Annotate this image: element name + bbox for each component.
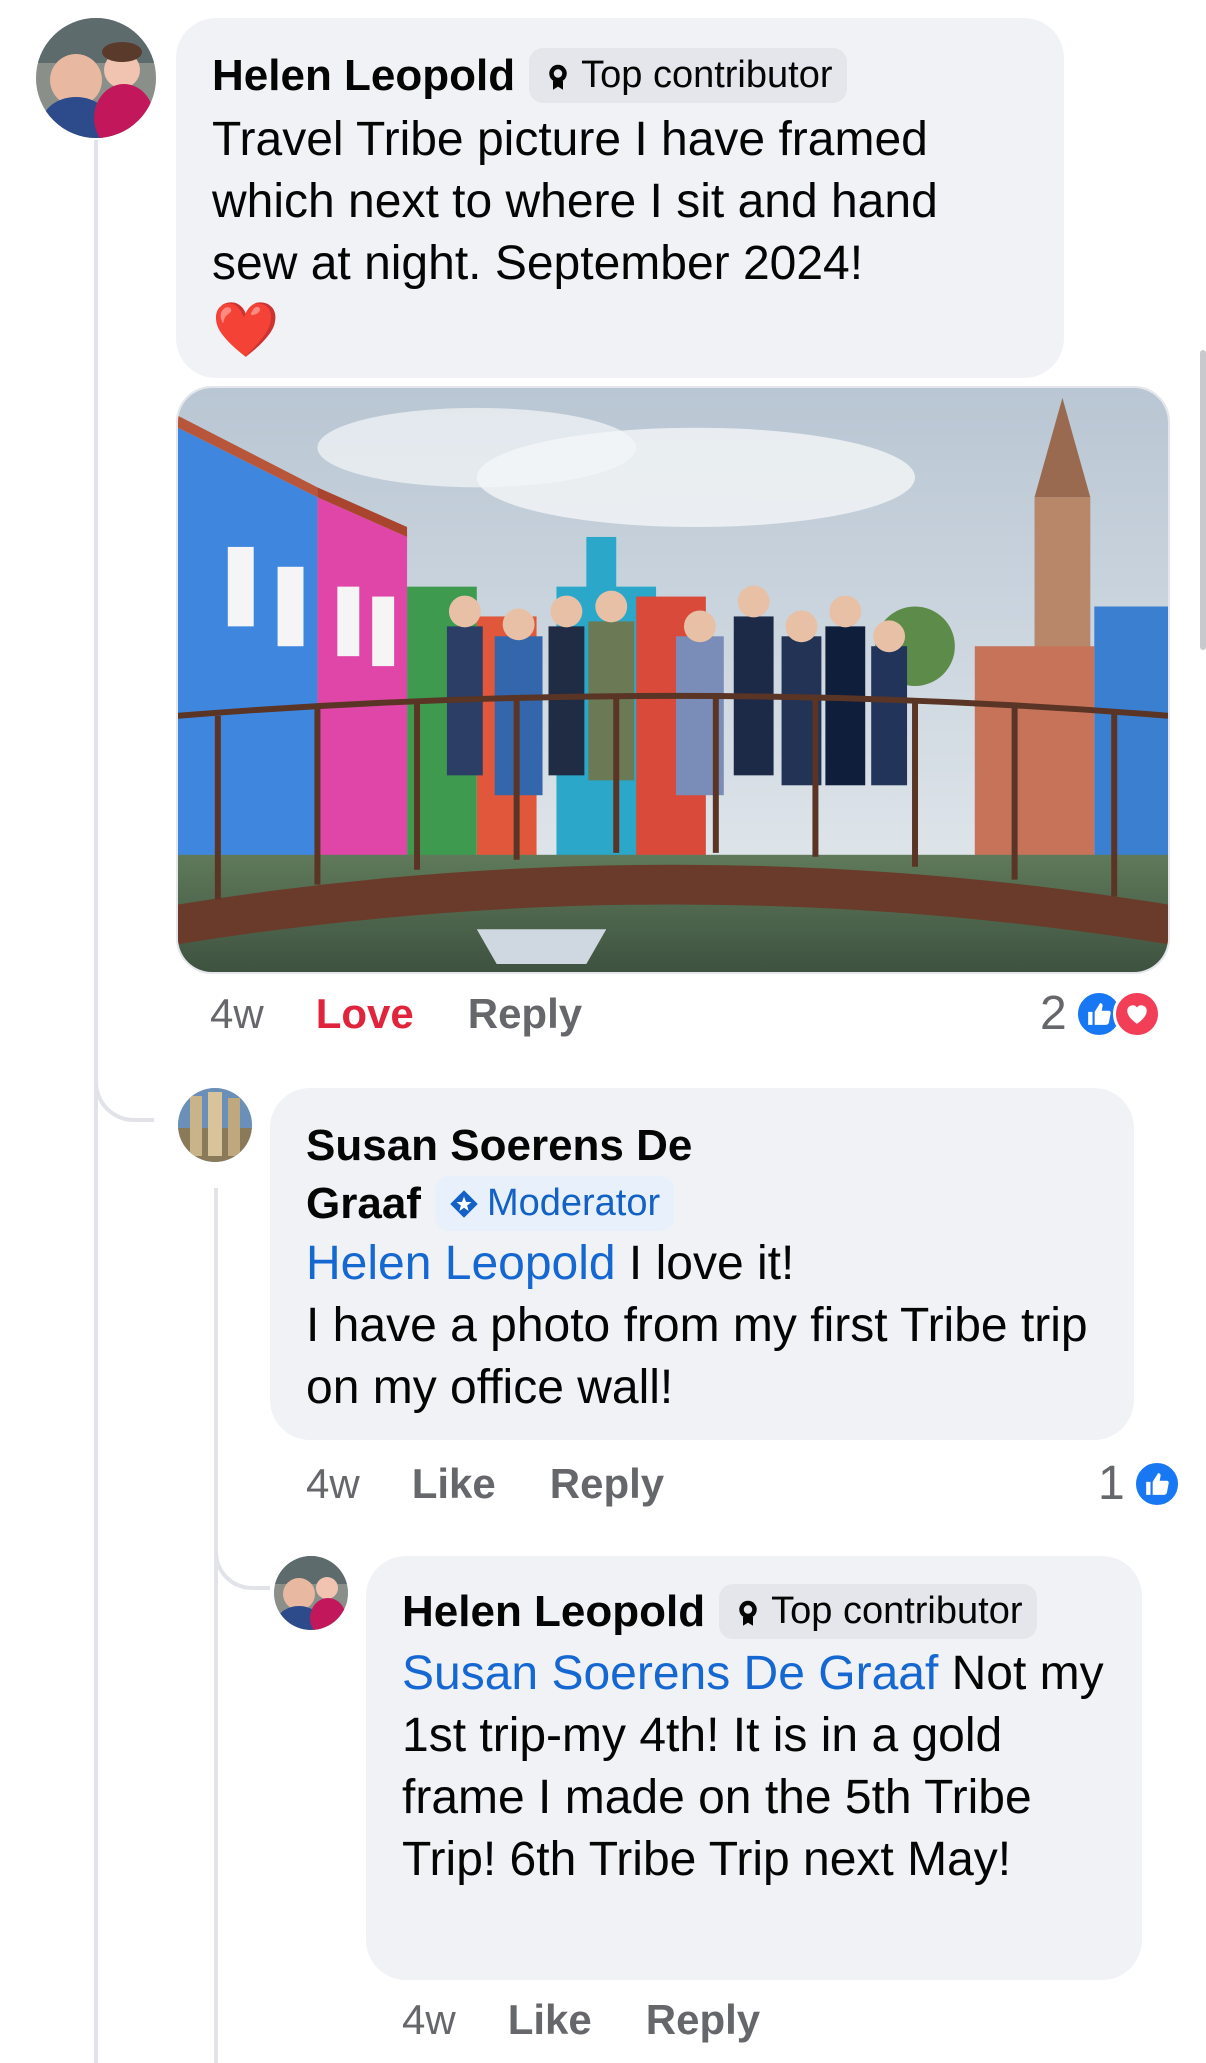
comment-actions: 4w Like Reply bbox=[402, 1996, 814, 2044]
like-icon bbox=[1132, 1459, 1181, 1508]
timestamp[interactable]: 4w bbox=[210, 990, 264, 1038]
love-icon bbox=[1112, 989, 1161, 1038]
comment-bubble[interactable]: Helen Leopold Top contributor Susan Soer… bbox=[366, 1556, 1142, 1980]
comment-thread: Helen Leopold Top contributor Travel Tri… bbox=[0, 0, 1206, 2063]
thread-line-main bbox=[94, 140, 98, 2063]
love-button[interactable]: Love bbox=[316, 990, 414, 1038]
reaction-count: 1 bbox=[1098, 1457, 1125, 1510]
badge-label: Moderator bbox=[486, 1182, 661, 1224]
author-line: Helen Leopold Top contributor bbox=[212, 48, 1028, 103]
heart-emoji: ❤️ bbox=[212, 300, 280, 360]
like-button[interactable]: Like bbox=[508, 1996, 592, 2044]
mention-link[interactable]: Helen Leopold bbox=[306, 1237, 616, 1290]
award-icon bbox=[739, 1600, 757, 1626]
thread-line-curve-2 bbox=[214, 1530, 270, 1590]
comment-actions: 4w Like Reply bbox=[306, 1460, 718, 1508]
badge-label: Top contributor bbox=[771, 1590, 1023, 1632]
badge-label: Top contributor bbox=[581, 54, 833, 96]
comment-text: Susan Soerens De Graaf Not my 1st trip-m… bbox=[402, 1643, 1106, 1891]
comment-text-rest: I have a photo from my first Tribe trip … bbox=[306, 1299, 1088, 1414]
avatar[interactable] bbox=[36, 18, 156, 138]
author-line: Helen Leopold Top contributor bbox=[402, 1584, 1106, 1639]
top-contributor-badge[interactable]: Top contributor bbox=[719, 1584, 1037, 1639]
avatar[interactable] bbox=[274, 1556, 348, 1630]
thread-line-curve-1 bbox=[94, 1060, 154, 1122]
comment-bubble[interactable]: Susan Soerens De Graaf Moderator Helen L… bbox=[270, 1088, 1134, 1440]
reply-button[interactable]: Reply bbox=[468, 990, 582, 1038]
comment-text: Helen Leopold I love it! bbox=[306, 1233, 1098, 1295]
author-name[interactable]: Susan Soerens De bbox=[306, 1116, 1098, 1176]
comment-actions: 4w Love Reply bbox=[210, 990, 636, 1038]
timestamp[interactable]: 4w bbox=[306, 1460, 360, 1508]
author-line: Graaf Moderator bbox=[306, 1176, 1098, 1231]
author-name-continued[interactable]: Graaf bbox=[306, 1179, 421, 1229]
reply-button[interactable]: Reply bbox=[550, 1460, 664, 1508]
reply-button[interactable]: Reply bbox=[646, 1996, 760, 2044]
comment-text: Travel Tribe picture I have framed which… bbox=[212, 113, 938, 290]
award-icon bbox=[549, 64, 567, 90]
reaction-summary[interactable]: 1 bbox=[1098, 1456, 1181, 1511]
like-button[interactable]: Like bbox=[412, 1460, 496, 1508]
timestamp[interactable]: 4w bbox=[402, 1996, 456, 2044]
moderator-shield-icon bbox=[450, 1189, 478, 1218]
reaction-count: 2 bbox=[1040, 987, 1067, 1040]
author-name[interactable]: Helen Leopold bbox=[212, 51, 515, 101]
mention-link[interactable]: Susan Soerens De Graaf bbox=[402, 1647, 938, 1700]
author-name[interactable]: Helen Leopold bbox=[402, 1587, 705, 1637]
moderator-badge[interactable]: Moderator bbox=[434, 1176, 675, 1231]
avatar[interactable] bbox=[178, 1088, 252, 1162]
comment-photo[interactable] bbox=[176, 386, 1170, 974]
scrollbar[interactable] bbox=[1200, 350, 1206, 650]
top-contributor-badge[interactable]: Top contributor bbox=[529, 48, 847, 103]
comment-text-inline: I love it! bbox=[615, 1237, 795, 1290]
reaction-summary[interactable]: 2 bbox=[1040, 986, 1161, 1041]
comment-bubble[interactable]: Helen Leopold Top contributor Travel Tri… bbox=[176, 18, 1064, 378]
thread-line-nested bbox=[214, 1188, 218, 2063]
